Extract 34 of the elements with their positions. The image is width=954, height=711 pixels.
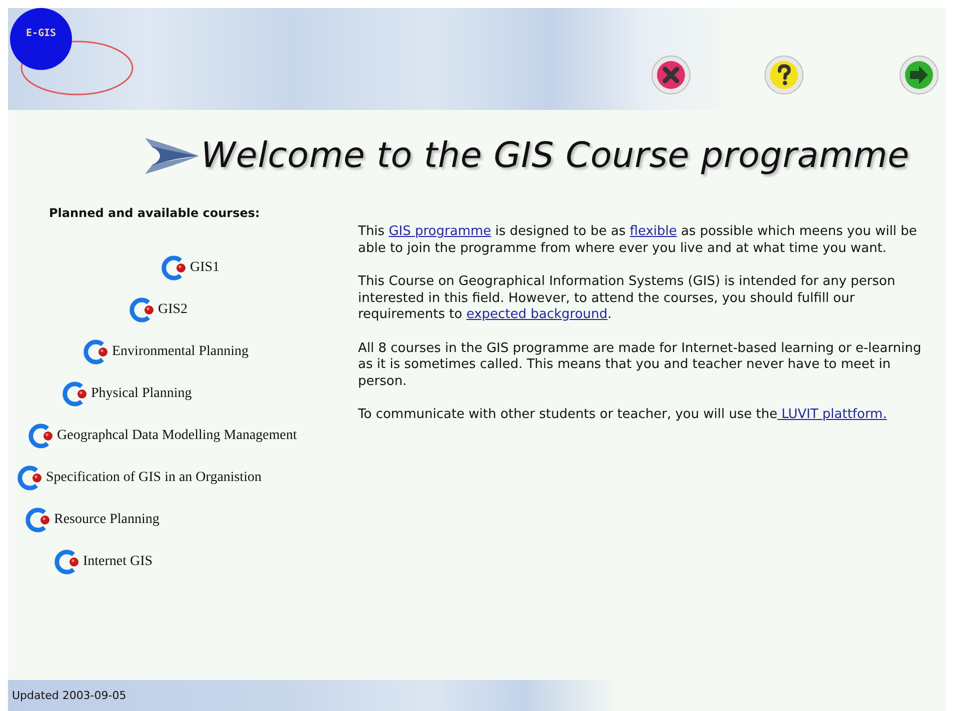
text-link[interactable]: expected background — [466, 307, 608, 322]
courses-heading: Planned and available courses: — [49, 206, 261, 220]
course-link[interactable]: Internet GIS — [54, 541, 153, 583]
text-link[interactable]: GIS programme — [388, 224, 492, 239]
ring-bullet-icon — [17, 465, 43, 491]
course-link[interactable]: Environmental Planning — [83, 331, 248, 373]
help-icon — [764, 55, 804, 95]
course-link[interactable]: Geographcal Data Modelling Management — [28, 415, 297, 457]
ring-bullet-icon — [83, 339, 109, 365]
course-link[interactable]: Resource Planning — [25, 499, 160, 541]
close-button[interactable] — [651, 55, 691, 95]
paragraph: This GIS programme is designed to be as flexible as possible which meens you will be able to join the programme from where ever you live and at what time you want. — [358, 224, 918, 257]
paragraph: This Course on Geographical Information Systems (GIS) is intended for any person interested in this field. However, to attend the courses, you should fulfill our requirements to expected background. — [358, 274, 896, 324]
text-link[interactable]: LUVIT plattform. — [777, 407, 887, 422]
course-link[interactable]: Physical Planning — [62, 373, 192, 415]
help-button[interactable] — [764, 55, 804, 95]
next-button[interactable] — [899, 55, 939, 95]
ring-bullet-icon — [25, 507, 51, 533]
updated-date: Updated 2003-09-05 — [12, 689, 126, 702]
course-link[interactable]: Specification of GIS in an Organistion — [17, 457, 262, 499]
paragraph: To communicate with other students or teacher, you will use the LUVIT plattform. — [358, 407, 888, 424]
close-icon — [651, 55, 691, 95]
logo-badge: E-GIS — [10, 8, 72, 70]
ring-bullet-icon — [54, 549, 80, 575]
ring-bullet-icon — [28, 423, 54, 449]
ring-bullet-icon — [62, 381, 88, 407]
course-link[interactable]: GIS1 — [161, 247, 220, 289]
next-icon — [899, 55, 939, 95]
paragraph: All 8 courses in the GIS programme are made for Internet-based learning or e-learning as it is sometimes called. This means that you and teacher never have to meet in person. — [358, 340, 922, 390]
ring-bullet-icon — [129, 297, 155, 323]
ring-bullet-icon — [161, 255, 187, 281]
text-link[interactable]: flexible — [630, 224, 677, 239]
course-link[interactable]: GIS2 — [129, 289, 188, 331]
page-title: Welcome to the GIS Course programme — [201, 136, 910, 176]
